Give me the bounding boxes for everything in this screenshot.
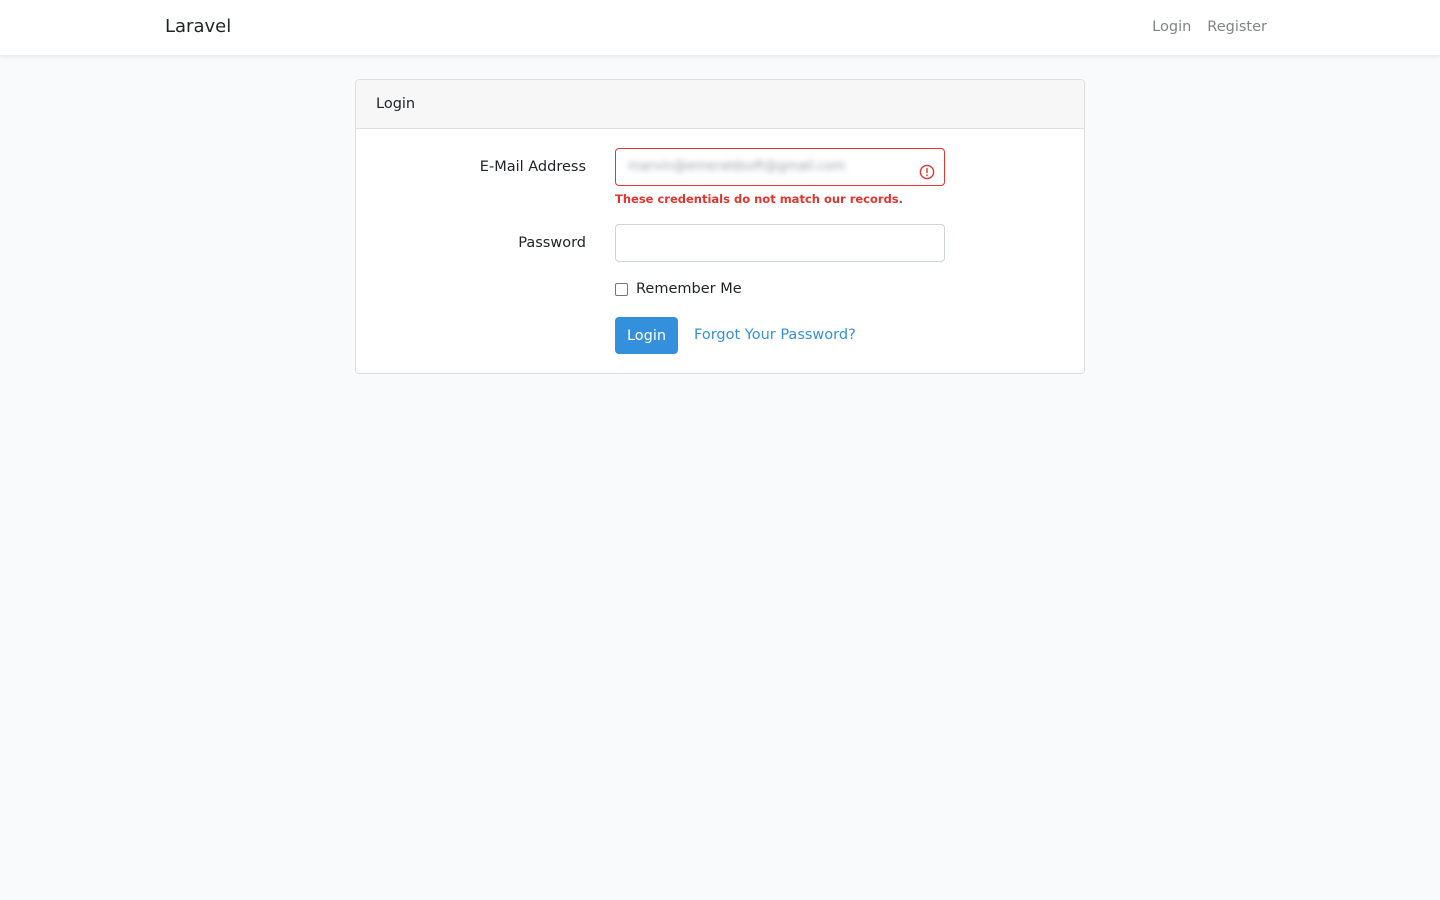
login-button[interactable]: Login <box>615 317 678 354</box>
password-field[interactable] <box>615 224 945 262</box>
login-card: Login E-Mail Address marvin@emeraldsoft@… <box>355 79 1085 374</box>
card-header: Login <box>356 80 1084 129</box>
email-label: E-Mail Address <box>479 159 586 175</box>
email-value: marvin@emeraldsoft@gmail.com <box>628 159 846 174</box>
nav-links: Login Register <box>1152 16 1267 38</box>
email-error-message: These credentials do not match our recor… <box>615 192 904 206</box>
remember-me-row: Remember Me <box>615 278 742 300</box>
remember-me-label[interactable]: Remember Me <box>636 278 742 300</box>
nav-login-link[interactable]: Login <box>1152 16 1191 38</box>
email-field[interactable]: marvin@emeraldsoft@gmail.com <box>615 148 945 186</box>
exclamation-circle-icon <box>919 159 935 180</box>
brand-link[interactable]: Laravel <box>165 14 231 40</box>
nav-register-link[interactable]: Register <box>1207 16 1267 38</box>
remember-me-checkbox[interactable] <box>615 282 628 296</box>
password-label: Password <box>518 235 586 251</box>
top-navbar: Laravel Login Register <box>0 0 1440 55</box>
forgot-password-link[interactable]: Forgot Your Password? <box>694 324 856 346</box>
